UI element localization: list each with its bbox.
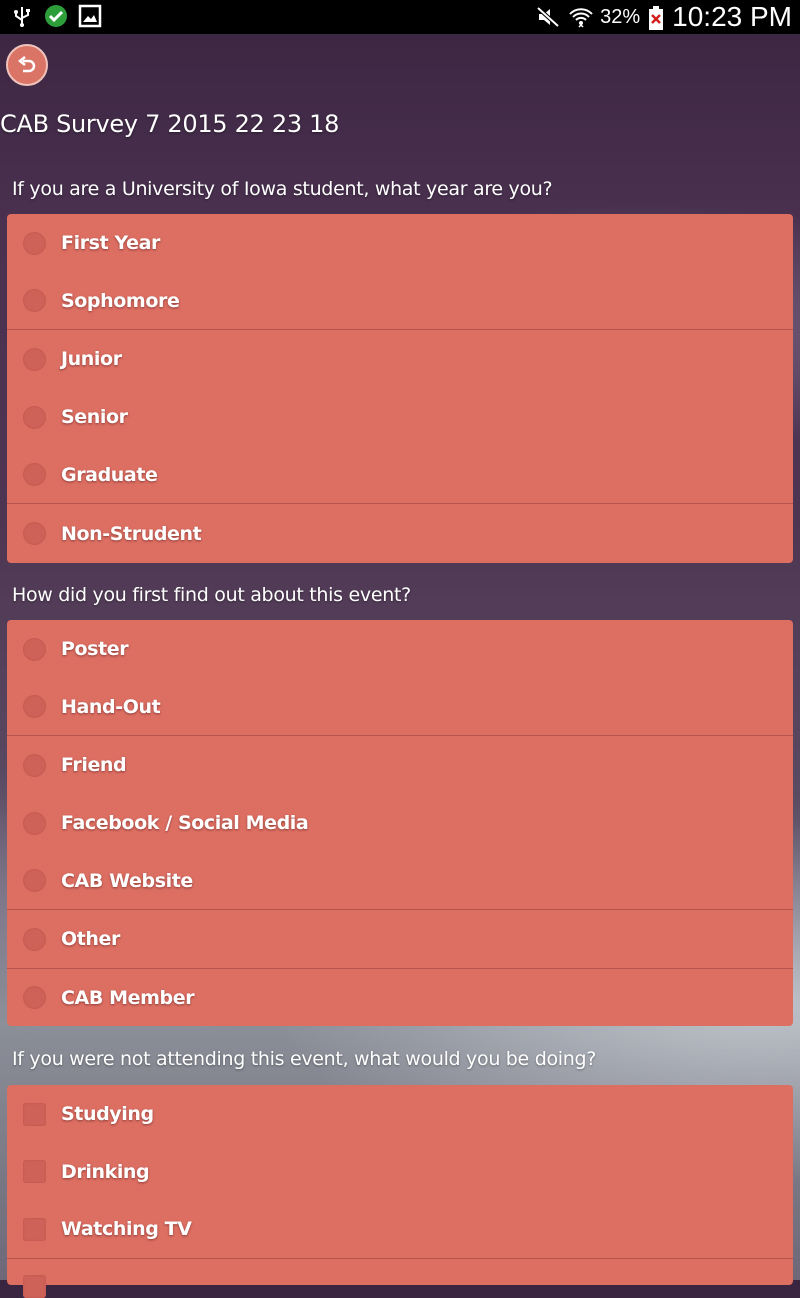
option-studying[interactable]: Studying [7, 1085, 793, 1143]
page-title: CAB Survey 7 2015 22 23 18 [0, 110, 340, 138]
option-sophomore[interactable]: Sophomore [7, 272, 793, 329]
option-label: Facebook / Social Media [61, 812, 309, 834]
checkbox[interactable] [23, 1102, 46, 1126]
option-other[interactable]: Other [7, 909, 793, 968]
option-label: Studying [61, 1103, 154, 1125]
option-friend[interactable]: Friend [7, 735, 793, 794]
battery-icon [648, 5, 664, 30]
checkbox[interactable] [23, 1160, 46, 1183]
options-card-source: Poster Hand-Out Friend Facebook / Social… [7, 620, 793, 1026]
radio-button[interactable] [23, 231, 46, 255]
radio-button[interactable] [23, 986, 46, 1009]
option-label: Poster [61, 638, 129, 660]
options-card-year: First Year Sophomore Junior Senior Gradu… [7, 214, 793, 563]
radio-button[interactable] [23, 811, 46, 835]
option-label: Drinking [61, 1160, 150, 1183]
radio-button[interactable] [23, 405, 46, 429]
radio-button[interactable] [23, 289, 46, 312]
option-partial[interactable] [7, 1258, 793, 1298]
option-label: Sophomore [61, 289, 180, 312]
check-circle-icon [44, 4, 68, 28]
radio-button[interactable] [23, 695, 46, 718]
radio-button[interactable] [23, 869, 46, 892]
option-senior[interactable]: Senior [7, 388, 793, 446]
back-button[interactable] [6, 44, 48, 86]
option-cab-member[interactable]: CAB Member [7, 968, 793, 1026]
checkbox[interactable] [23, 1275, 46, 1298]
question-year: If you are a University of Iowa student,… [12, 178, 553, 200]
option-junior[interactable]: Junior [7, 329, 793, 388]
undo-icon [15, 53, 39, 77]
radio-button[interactable] [23, 753, 46, 777]
wifi-icon [568, 5, 593, 29]
option-label: Friend [61, 754, 127, 776]
option-label: Senior [61, 406, 128, 428]
usb-icon [10, 4, 34, 28]
clock: 10:23 PM [672, 1, 792, 32]
option-graduate[interactable]: Graduate [7, 446, 793, 503]
option-first-year[interactable]: First Year [7, 214, 793, 272]
option-label: Watching TV [61, 1218, 192, 1240]
radio-button[interactable] [23, 637, 46, 661]
option-drinking[interactable]: Drinking [7, 1143, 793, 1200]
option-non-student[interactable]: Non-Strudent [7, 503, 793, 563]
image-icon [78, 4, 102, 28]
status-bar: 32% 10:23 PM [0, 0, 800, 34]
question-source: How did you first find out about this ev… [12, 584, 411, 606]
option-label: CAB Member [61, 986, 195, 1009]
radio-button[interactable] [23, 927, 46, 951]
option-watching-tv[interactable]: Watching TV [7, 1200, 793, 1258]
option-label: Non-Strudent [61, 522, 202, 545]
option-cab-website[interactable]: CAB Website [7, 852, 793, 909]
option-label: Hand-Out [61, 695, 161, 718]
option-label: Graduate [61, 463, 158, 486]
option-poster[interactable]: Poster [7, 620, 793, 678]
question-alternative: If you were not attending this event, wh… [12, 1048, 597, 1070]
option-label: Junior [61, 348, 122, 370]
option-facebook[interactable]: Facebook / Social Media [7, 794, 793, 852]
option-label: Other [61, 928, 121, 950]
mute-icon [536, 5, 560, 29]
radio-button[interactable] [23, 347, 46, 371]
options-card-alternative: Studying Drinking Watching TV [7, 1085, 793, 1298]
radio-button[interactable] [23, 522, 46, 545]
radio-button[interactable] [23, 463, 46, 486]
battery-percent: 32% [600, 5, 641, 28]
option-hand-out[interactable]: Hand-Out [7, 678, 793, 735]
option-label: First Year [61, 232, 160, 254]
option-label: CAB Website [61, 869, 193, 892]
checkbox[interactable] [23, 1217, 46, 1241]
